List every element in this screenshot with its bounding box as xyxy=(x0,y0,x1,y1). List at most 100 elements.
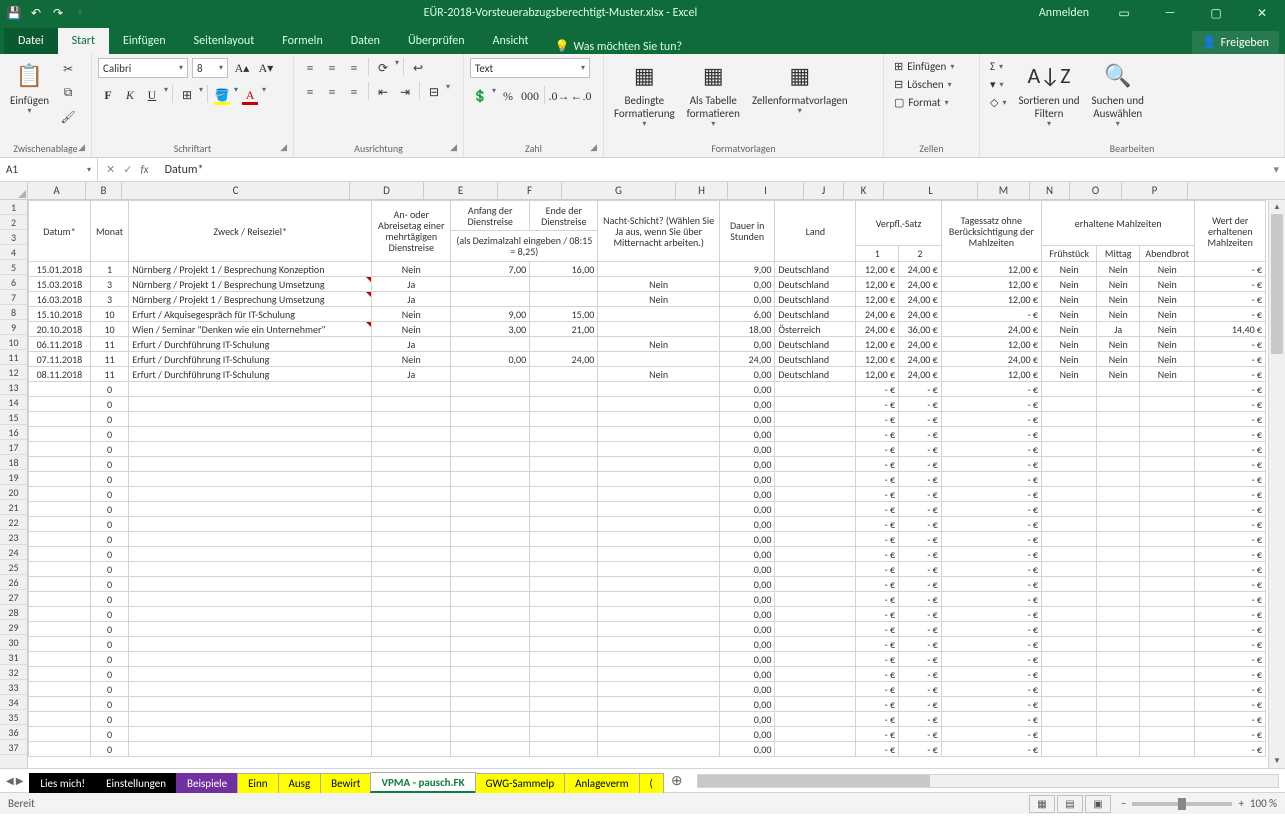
cell[interactable]: 11 xyxy=(90,367,128,382)
cell[interactable] xyxy=(451,532,530,547)
insert-cells-button[interactable]: ⊞Einfügen▾ xyxy=(890,58,973,75)
clipboard-dialog-icon[interactable]: ◢ xyxy=(78,142,85,153)
cell[interactable]: - € xyxy=(899,727,942,742)
cell[interactable] xyxy=(1097,697,1140,712)
cell[interactable] xyxy=(451,367,530,382)
cell[interactable]: Ja xyxy=(372,337,451,352)
table-row[interactable]: 00,00- €- €- €- € xyxy=(29,382,1266,397)
cut-icon[interactable]: ✂ xyxy=(57,58,79,80)
row-header-15[interactable]: 15 xyxy=(0,410,27,425)
cell[interactable]: Nein xyxy=(1140,292,1195,307)
column-header-I[interactable]: I xyxy=(728,182,804,199)
cell[interactable] xyxy=(598,442,720,457)
cell[interactable]: Deutschland xyxy=(775,367,856,382)
cell-styles-button[interactable]: ▦Zellenformatvorlagen▾ xyxy=(748,58,852,119)
cell[interactable] xyxy=(775,727,856,742)
cell[interactable] xyxy=(1097,637,1140,652)
cell[interactable] xyxy=(530,502,598,517)
cell[interactable]: 16,00 xyxy=(530,262,598,277)
cell[interactable]: 0,00 xyxy=(451,352,530,367)
cell[interactable]: - € xyxy=(856,517,899,532)
row-header-2[interactable]: 2 xyxy=(0,215,27,230)
tell-me-search[interactable]: 💡 Was möchten Sie tun? xyxy=(543,39,695,54)
cell[interactable] xyxy=(775,742,856,757)
cell[interactable] xyxy=(129,487,372,502)
cell[interactable]: 0 xyxy=(90,667,128,682)
cell[interactable] xyxy=(1041,577,1096,592)
cell[interactable]: 0 xyxy=(90,562,128,577)
cell[interactable]: Nein xyxy=(1097,262,1140,277)
cell[interactable] xyxy=(598,517,720,532)
cell[interactable] xyxy=(372,727,451,742)
cell[interactable] xyxy=(1041,622,1096,637)
table-row[interactable]: 00,00- €- €- €- € xyxy=(29,472,1266,487)
cell[interactable] xyxy=(129,397,372,412)
cell[interactable] xyxy=(1140,532,1195,547)
header-cell[interactable]: 2 xyxy=(899,246,942,262)
find-select-button[interactable]: 🔍Suchen und Auswählen▾ xyxy=(1088,58,1148,132)
sheet-tab[interactable]: Anlageverm xyxy=(564,773,639,793)
cell[interactable] xyxy=(29,562,91,577)
cell[interactable]: - € xyxy=(899,577,942,592)
cell[interactable]: - € xyxy=(1195,517,1266,532)
row-header-9[interactable]: 9 xyxy=(0,320,27,335)
column-header-D[interactable]: D xyxy=(350,182,424,199)
cell[interactable]: - € xyxy=(941,412,1041,427)
cell[interactable] xyxy=(29,487,91,502)
cell[interactable]: 0 xyxy=(90,727,128,742)
cell[interactable] xyxy=(775,682,856,697)
cell[interactable] xyxy=(29,442,91,457)
number-dialog-icon[interactable]: ◢ xyxy=(590,142,597,153)
select-all-corner[interactable] xyxy=(0,182,28,199)
cell[interactable] xyxy=(598,412,720,427)
cell[interactable] xyxy=(1140,742,1195,757)
tab-file[interactable]: Datei xyxy=(4,28,58,54)
cell[interactable] xyxy=(129,457,372,472)
cell[interactable] xyxy=(451,442,530,457)
expand-formula-icon[interactable]: ▾ xyxy=(1267,163,1285,176)
cell[interactable] xyxy=(29,622,91,637)
cell[interactable] xyxy=(1041,637,1096,652)
cell[interactable] xyxy=(1097,532,1140,547)
cell[interactable]: - € xyxy=(1195,592,1266,607)
cell[interactable] xyxy=(451,742,530,757)
cell[interactable] xyxy=(530,382,598,397)
cell[interactable]: 11 xyxy=(90,352,128,367)
cell[interactable] xyxy=(530,667,598,682)
cell[interactable]: - € xyxy=(941,532,1041,547)
decrease-font-icon[interactable]: A▾ xyxy=(256,58,276,78)
normal-view-icon[interactable]: ▦ xyxy=(1029,795,1055,813)
cell[interactable] xyxy=(451,457,530,472)
cell[interactable]: - € xyxy=(856,562,899,577)
table-row[interactable]: 20.10.201810Wien / Seminar "Denken wie e… xyxy=(29,322,1266,337)
cell[interactable]: - € xyxy=(856,382,899,397)
autosum-button[interactable]: Σ▾ xyxy=(986,58,1010,75)
cell[interactable]: - € xyxy=(899,382,942,397)
row-header-37[interactable]: 37 xyxy=(0,740,27,755)
table-row[interactable]: 00,00- €- €- €- € xyxy=(29,442,1266,457)
cell[interactable]: - € xyxy=(856,487,899,502)
cell[interactable] xyxy=(129,382,372,397)
cell[interactable]: - € xyxy=(1195,667,1266,682)
cell[interactable]: - € xyxy=(1195,652,1266,667)
cell[interactable] xyxy=(775,472,856,487)
cell[interactable] xyxy=(775,577,856,592)
cell[interactable] xyxy=(598,547,720,562)
cell[interactable] xyxy=(451,652,530,667)
cell[interactable]: 9,00 xyxy=(719,262,774,277)
cell[interactable] xyxy=(598,382,720,397)
share-button[interactable]: 👤 Freigeben xyxy=(1192,31,1279,54)
italic-button[interactable]: K xyxy=(120,85,140,105)
cell[interactable] xyxy=(372,667,451,682)
cell[interactable] xyxy=(775,502,856,517)
cell[interactable] xyxy=(129,637,372,652)
header-cell[interactable]: Anfang der Dienstreise xyxy=(451,201,530,231)
cell[interactable]: 0 xyxy=(90,652,128,667)
cell[interactable] xyxy=(1140,562,1195,577)
cell[interactable]: - € xyxy=(1195,697,1266,712)
table-row[interactable]: 15.03.20183Nürnberg / Projekt 1 / Bespre… xyxy=(29,277,1266,292)
cell[interactable]: 12,00 € xyxy=(856,262,899,277)
cell[interactable]: 0 xyxy=(90,592,128,607)
cell[interactable]: Deutschland xyxy=(775,307,856,322)
cell[interactable]: 0,00 xyxy=(719,622,774,637)
